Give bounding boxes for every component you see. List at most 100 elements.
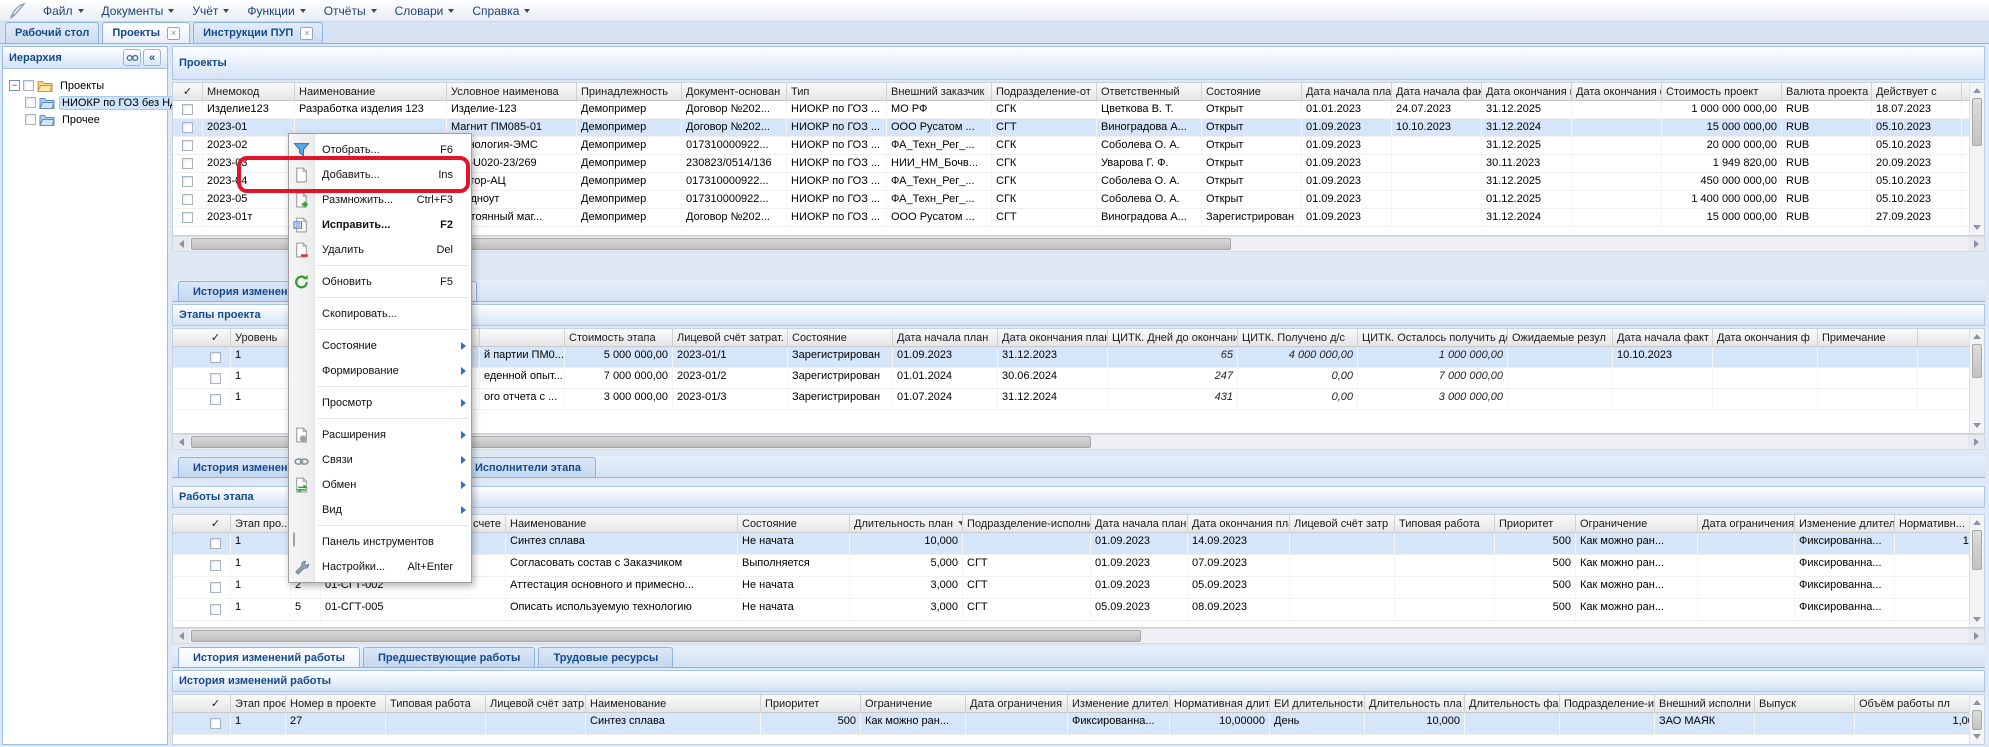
row-checkbox[interactable] [182, 212, 193, 223]
tree-node[interactable]: НИОКР по ГОЗ без НДС [3, 94, 167, 111]
column-header[interactable]: Ответственный [1097, 83, 1202, 100]
column-header[interactable]: Объём работы пл [1855, 695, 1985, 712]
row-checkbox[interactable] [210, 560, 221, 571]
row-checkbox[interactable] [182, 104, 193, 115]
context-menu-item[interactable]: Вид [289, 497, 471, 522]
window-tab-Проекты[interactable]: Проекты× [102, 22, 190, 43]
column-header[interactable]: ЦИТК. Дней до окончания [1108, 329, 1238, 346]
row-checkbox[interactable] [210, 582, 221, 593]
context-menu-item[interactable]: Состояние [289, 333, 471, 358]
column-header[interactable]: Дата начала план. [1302, 83, 1392, 100]
context-menu-item[interactable]: Панель инструментов [289, 529, 471, 554]
column-header[interactable]: Состояние [788, 329, 893, 346]
column-header[interactable]: Стоимость проект [1662, 83, 1782, 100]
menubar-item-Учёт[interactable]: Учёт [183, 1, 238, 21]
tree-checkbox[interactable] [23, 80, 34, 91]
column-header[interactable]: Уровень [231, 329, 293, 346]
tree-node[interactable]: −Проекты [3, 77, 167, 94]
column-header[interactable]: ЦИТК. Получено д/с [1238, 329, 1358, 346]
column-header[interactable]: Наименование [586, 695, 761, 712]
scroll-down-icon[interactable] [1970, 418, 1984, 433]
window-tab-Рабочий стол[interactable]: Рабочий стол [5, 22, 99, 43]
scrollbar-thumb[interactable] [191, 630, 1141, 642]
column-header[interactable]: Мнемокод [203, 83, 295, 100]
tab-История изменений работы[interactable]: История изменений работы [178, 647, 360, 667]
scroll-up-icon[interactable] [1970, 83, 1984, 98]
scroll-left-icon[interactable] [173, 629, 189, 643]
column-header[interactable]: Изменение длител [1068, 695, 1170, 712]
tab-Предшествующие работы[interactable]: Предшествующие работы [363, 647, 535, 667]
select-all-column-header[interactable]: ✓ [201, 329, 231, 346]
row-checkbox[interactable] [182, 140, 193, 151]
row-checkbox[interactable] [210, 373, 221, 384]
column-header[interactable]: Длительность план [850, 515, 963, 532]
column-header[interactable]: Дата ограничения [1698, 515, 1795, 532]
scrollbar-thumb[interactable] [1972, 710, 1982, 730]
column-header[interactable]: Типовая работа [1395, 515, 1495, 532]
column-header[interactable]: Условное наименова [447, 83, 577, 100]
table-row[interactable]: 127Синтез сплава500Как можно ран...Фикси… [173, 713, 1984, 735]
scroll-left-icon[interactable] [173, 237, 189, 251]
menubar-item-Документы[interactable]: Документы [93, 1, 184, 21]
column-header[interactable]: Этап проекта [231, 695, 286, 712]
menubar-item-Справка[interactable]: Справка [463, 1, 539, 21]
column-header[interactable]: ЕИ длительности [1270, 695, 1365, 712]
close-icon[interactable]: × [300, 27, 313, 40]
window-tab-Инструкции ПУП[interactable]: Инструкции ПУП× [193, 22, 323, 43]
column-header[interactable]: Дата начала план. [1091, 515, 1188, 532]
scroll-up-icon[interactable] [1970, 695, 1984, 710]
column-header[interactable]: Тип [787, 83, 887, 100]
column-header[interactable]: Наименование [295, 83, 447, 100]
scroll-right-icon[interactable] [1968, 629, 1984, 643]
row-checkbox[interactable] [210, 394, 221, 405]
column-header[interactable]: Длительность пла [1365, 695, 1465, 712]
row-checkbox[interactable] [182, 122, 193, 133]
select-all-column-header[interactable]: ✓ [173, 83, 203, 100]
select-all-column-header[interactable]: ✓ [201, 515, 231, 532]
row-checkbox[interactable] [210, 718, 221, 729]
tab-Исполнители этапа[interactable]: Исполнители этапа [460, 457, 596, 477]
column-header[interactable]: Состояние [1202, 83, 1302, 100]
scrollbar-thumb[interactable] [1972, 98, 1982, 146]
column-header[interactable]: Дата окончания п [1482, 83, 1572, 100]
row-checkbox[interactable] [210, 352, 221, 363]
column-header[interactable]: Длительность фак [1465, 695, 1560, 712]
context-menu-item[interactable]: Просмотр [289, 390, 471, 415]
scrollbar-thumb[interactable] [1972, 530, 1982, 570]
column-header[interactable]: Дата окончания план. [1188, 515, 1290, 532]
table-row[interactable]: 1501-СГТ-005Описать используемую техноло… [173, 599, 1984, 621]
column-header[interactable]: Состояние [738, 515, 850, 532]
select-all-column-header[interactable]: ✓ [201, 695, 231, 712]
row-checkbox[interactable] [182, 158, 193, 169]
column-header[interactable]: Этап про... [231, 515, 291, 532]
context-menu-item[interactable]: Исправить...F2 [289, 212, 471, 237]
tree-expander-icon[interactable]: − [9, 80, 20, 91]
column-header[interactable]: Валюта проекта [1782, 83, 1872, 100]
column-header[interactable]: Дата начала факт. [1392, 83, 1482, 100]
column-header[interactable]: Примечание [1818, 329, 1918, 346]
menubar-item-Словари[interactable]: Словари [386, 1, 464, 21]
context-menu-item[interactable]: Настройки...Alt+Enter [289, 554, 471, 579]
column-header[interactable]: Дата окончания план [998, 329, 1108, 346]
row-checkbox[interactable] [210, 538, 221, 549]
column-header[interactable]: Подразделение-от [992, 83, 1097, 100]
scroll-down-icon[interactable] [1970, 729, 1984, 744]
scroll-down-icon[interactable] [1970, 612, 1984, 627]
column-header[interactable]: Ограничение [1576, 515, 1698, 532]
column-header[interactable]: Изменение длител [1795, 515, 1895, 532]
column-header[interactable]: Лицевой счёт затрат. [673, 329, 788, 346]
column-header[interactable]: Лицевой счёт затр [486, 695, 586, 712]
column-header[interactable]: Дата окончания ф [1713, 329, 1818, 346]
column-header[interactable] [480, 329, 565, 346]
tree-checkbox[interactable] [25, 97, 36, 108]
column-header[interactable]: Действует с [1872, 83, 1962, 100]
context-menu-item[interactable]: Связи [289, 447, 471, 472]
column-header[interactable]: Приоритет [761, 695, 861, 712]
column-header[interactable]: Нормативная длит [1170, 695, 1270, 712]
scroll-up-icon[interactable] [1970, 329, 1984, 344]
scroll-left-icon[interactable] [173, 435, 189, 449]
column-header[interactable]: Стоимость этапа [565, 329, 673, 346]
tab-Трудовые ресурсы[interactable]: Трудовые ресурсы [538, 647, 673, 667]
column-header[interactable]: Подразделение-ис [1560, 695, 1655, 712]
row-checkbox[interactable] [210, 604, 221, 615]
